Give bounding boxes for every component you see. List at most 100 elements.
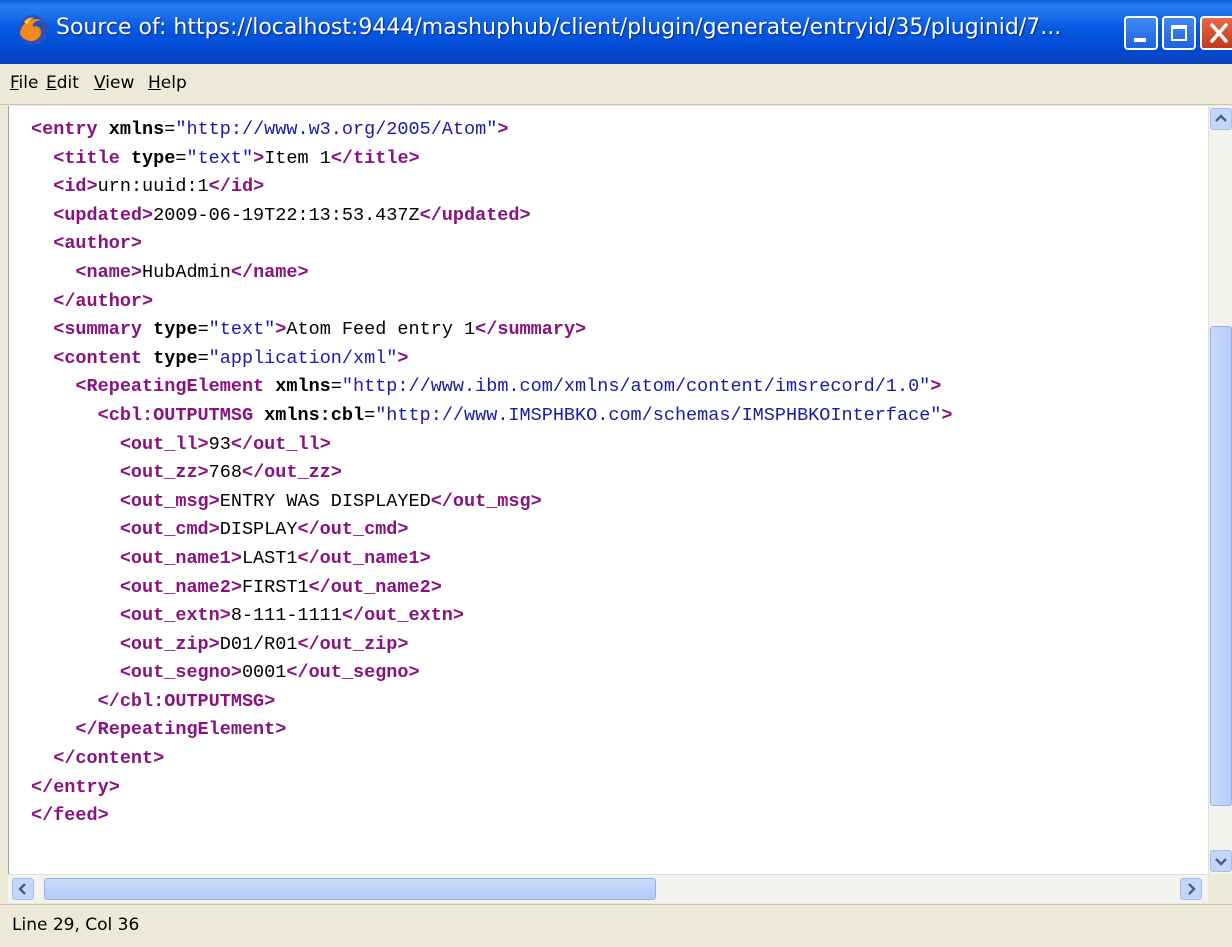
source-token: type: [142, 347, 198, 369]
source-token: [31, 405, 98, 426]
source-code[interactable]: <entry xmlns="http://www.w3.org/2005/Ato…: [31, 116, 953, 831]
source-token: xmlns: [264, 376, 331, 398]
source-token: D01/R01: [219, 633, 298, 655]
source-token: </feed>: [31, 805, 109, 827]
source-token: FIRST1: [241, 576, 309, 598]
menu-edit[interactable]: Edit: [46, 73, 79, 93]
arrow-up-icon: [1215, 114, 1227, 122]
source-token: <entry: [31, 119, 98, 140]
source-token: <out_cmd>: [119, 519, 220, 541]
source-token: >: [397, 347, 409, 369]
scroll-right-button[interactable]: [1180, 878, 1202, 900]
arrow-right-icon: [1188, 883, 1196, 895]
source-token: <name>: [75, 261, 143, 283]
source-token: [31, 634, 120, 655]
scroll-down-button[interactable]: [1210, 850, 1232, 872]
source-token: <cbl:OUTPUTMSG: [97, 404, 254, 426]
source-token: <out_segno>: [119, 662, 242, 684]
source-token: 8-111-1111: [230, 605, 342, 627]
scroll-left-button[interactable]: [12, 878, 34, 900]
source-line: <out_name1>LAST1</out_name1>: [31, 545, 953, 574]
horizontal-scroll-thumb[interactable]: [44, 878, 656, 900]
menu-view[interactable]: View: [94, 73, 134, 93]
source-token: xmlns:cbl: [253, 404, 365, 426]
title-bar[interactable]: Source of: https://localhost:9444/mashup…: [0, 0, 1232, 64]
source-token: [31, 348, 53, 369]
source-token: <updated>: [53, 204, 154, 226]
source-line: <out_extn>8-111-1111</out_extn>: [31, 602, 953, 631]
source-line: </feed>: [31, 802, 953, 831]
source-token: [31, 291, 53, 312]
minimize-button[interactable]: [1124, 16, 1158, 50]
source-line: <author>: [31, 230, 953, 259]
source-token: </RepeatingElement>: [75, 719, 287, 741]
source-token: [31, 548, 120, 569]
source-token: DISPLAY: [219, 519, 298, 541]
source-view[interactable]: <entry xmlns="http://www.w3.org/2005/Ato…: [8, 106, 1209, 874]
source-token: </entry>: [31, 776, 120, 798]
source-line: <content type="application/xml">: [31, 345, 953, 374]
source-line: <id>urn:uuid:1</id>: [31, 173, 953, 202]
source-token: </out_cmd>: [297, 519, 409, 541]
source-token: [31, 434, 120, 455]
source-token: </out_name2>: [308, 576, 442, 598]
source-token: 2009-06-19T22:13:53.437Z: [153, 204, 420, 226]
source-token: "http://www.ibm.com/xmlns/atom/content/i…: [341, 376, 931, 398]
source-token: [31, 577, 120, 598]
close-button[interactable]: [1200, 16, 1232, 50]
source-token: </out_segno>: [286, 662, 420, 684]
source-token: HubAdmin: [142, 261, 231, 283]
source-token: <RepeatingElement: [75, 376, 265, 398]
source-token: xmlns: [97, 119, 165, 140]
source-token: [31, 605, 120, 626]
source-token: type: [142, 319, 198, 341]
source-token: </out_zip>: [297, 633, 409, 655]
source-token: [31, 719, 75, 740]
source-line: <entry xmlns="http://www.w3.org/2005/Ato…: [31, 116, 953, 145]
source-token: [31, 462, 120, 483]
source-line: </content>: [31, 745, 953, 774]
source-token: >: [275, 319, 287, 341]
source-token: [31, 662, 120, 683]
scroll-up-button[interactable]: [1210, 108, 1232, 130]
firefox-icon: [18, 15, 48, 45]
source-token: </out_ll>: [230, 433, 331, 455]
source-line: <out_msg>ENTRY WAS DISPLAYED</out_msg>: [31, 488, 953, 517]
source-token: <out_extn>: [119, 605, 231, 627]
source-token: </summary>: [475, 319, 587, 341]
source-token: </updated>: [419, 204, 531, 226]
menu-file[interactable]: File: [10, 73, 38, 93]
menu-help[interactable]: Help: [148, 73, 187, 93]
source-token: =: [364, 404, 376, 426]
source-token: [31, 376, 75, 397]
vertical-scrollbar[interactable]: [1208, 106, 1232, 874]
vertical-scroll-thumb[interactable]: [1210, 326, 1232, 806]
minimize-icon: [1134, 38, 1146, 42]
source-token: </author>: [53, 290, 154, 312]
source-line: <out_name2>FIRST1</out_name2>: [31, 574, 953, 603]
source-token: Atom Feed entry 1: [286, 319, 476, 341]
source-token: <out_msg>: [119, 490, 220, 512]
source-token: </out_zz>: [241, 462, 342, 484]
source-line: <out_segno>0001</out_segno>: [31, 659, 953, 688]
source-token: <title: [53, 147, 120, 169]
source-token: =: [197, 319, 209, 341]
source-token: >: [253, 147, 265, 169]
source-token: =: [175, 147, 187, 169]
source-token: [31, 519, 120, 540]
source-token: [31, 233, 53, 254]
source-token: 93: [208, 433, 231, 455]
source-token: 0001: [241, 662, 287, 684]
source-token: [31, 691, 98, 712]
source-token: [31, 491, 120, 512]
source-token: =: [164, 119, 176, 140]
source-token: <out_name1>: [119, 547, 242, 569]
source-token: LAST1: [241, 547, 298, 569]
source-token: ENTRY WAS DISPLAYED: [219, 490, 431, 512]
source-token: >: [497, 119, 509, 140]
source-line: </entry>: [31, 774, 953, 803]
source-token: urn:uuid:1: [97, 176, 209, 198]
scrollbar-corner: [1208, 874, 1232, 902]
maximize-button[interactable]: [1162, 16, 1196, 50]
horizontal-scrollbar[interactable]: [8, 874, 1208, 903]
